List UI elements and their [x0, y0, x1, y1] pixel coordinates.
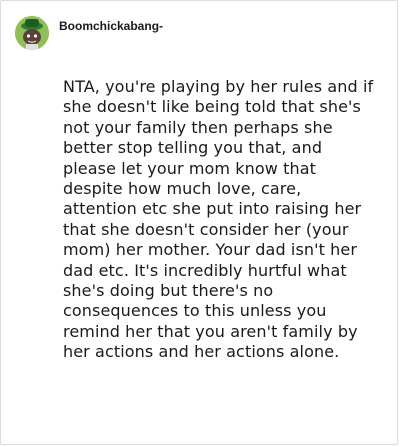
avatar[interactable]: [15, 16, 49, 50]
snoo-avatar-icon: [15, 16, 49, 50]
comment-card: Boomchickabang- NTA, you're playing by h…: [0, 0, 398, 445]
comment-body: NTA, you're playing by her rules and if …: [63, 77, 374, 362]
comment-author[interactable]: Boomchickabang-: [59, 19, 163, 33]
comment-header: Boomchickabang-: [15, 13, 163, 53]
